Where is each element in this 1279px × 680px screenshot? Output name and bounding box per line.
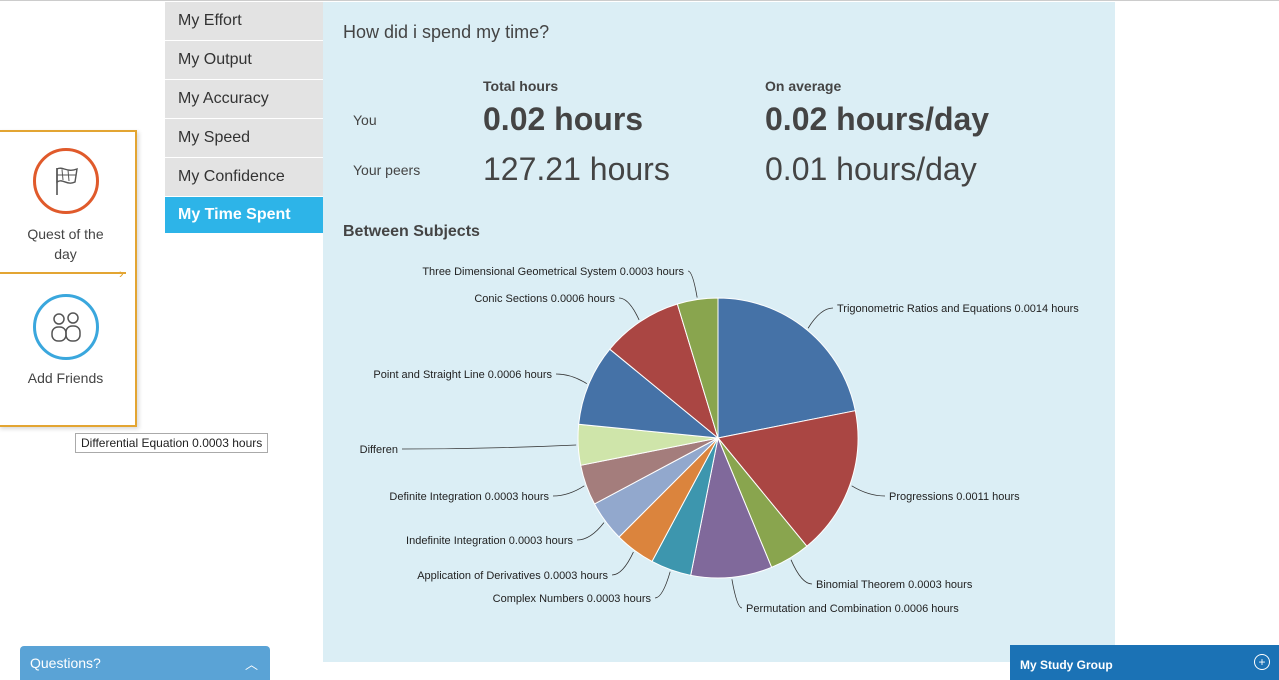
peers-label: Your peers bbox=[353, 162, 421, 178]
pie-connector bbox=[576, 522, 605, 541]
pie-connector bbox=[618, 297, 640, 321]
questions-label: Questions? bbox=[30, 655, 101, 671]
subjects-pie-chart: Trigonometric Ratios and Equations 0.001… bbox=[360, 266, 1080, 615]
chevron-up-icon[interactable]: ︿ bbox=[245, 654, 258, 673]
top-border bbox=[0, 0, 1279, 1]
menu-item-my-speed[interactable]: My Speed bbox=[165, 119, 323, 158]
pie-connector bbox=[790, 559, 813, 585]
menu-item-my-accuracy[interactable]: My Accuracy bbox=[165, 80, 323, 119]
pie-label: Trigonometric Ratios and Equations 0.001… bbox=[837, 303, 1079, 315]
pie-connector bbox=[851, 485, 886, 497]
on-average-header: On average bbox=[765, 78, 842, 94]
study-group-label: My Study Group bbox=[1020, 658, 1113, 672]
menu-item-my-effort[interactable]: My Effort bbox=[165, 2, 323, 41]
pie-connector bbox=[807, 307, 834, 329]
pie-connector bbox=[731, 579, 743, 609]
pie-label: Complex Numbers 0.0003 hours bbox=[493, 593, 652, 605]
peers-total-hours: 127.21 hours bbox=[483, 151, 670, 187]
peers-average-hours: 0.01 hours/day bbox=[765, 151, 977, 187]
questions-bar[interactable]: Questions? ︿ bbox=[20, 646, 270, 680]
chevron-right-icon[interactable]: › bbox=[119, 265, 124, 281]
study-group-bar[interactable]: My Study Group + bbox=[1010, 645, 1279, 680]
quest-divider bbox=[0, 272, 126, 274]
you-total-hours: 0.02 hours bbox=[483, 101, 644, 137]
you-label: You bbox=[353, 112, 377, 128]
menu-item-my-time-spent[interactable]: My Time Spent bbox=[165, 197, 323, 234]
pie-label: Permutation and Combination 0.0006 hours bbox=[746, 603, 959, 615]
pie-connector bbox=[654, 571, 671, 599]
plus-icon[interactable]: + bbox=[1254, 654, 1270, 670]
add-friends[interactable]: Add Friends bbox=[0, 294, 133, 386]
pie-connector bbox=[611, 551, 634, 576]
pie-label: Application of Derivatives 0.0003 hours bbox=[417, 570, 608, 582]
time-spent-panel: How did i spend my time? Total hours On … bbox=[323, 2, 1115, 662]
add-friends-label: Add Friends bbox=[27, 370, 104, 386]
pie-label: Binomial Theorem 0.0003 hours bbox=[816, 579, 973, 591]
quest-of-the-day[interactable]: Quest of the day bbox=[0, 148, 133, 264]
you-average-hours: 0.02 hours/day bbox=[765, 101, 990, 137]
stats-menu: My Effort My Output My Accuracy My Speed… bbox=[165, 2, 323, 234]
pie-connector bbox=[555, 373, 588, 384]
pie-label: Point and Straight Line 0.0006 hours bbox=[373, 369, 552, 381]
menu-item-my-confidence[interactable]: My Confidence bbox=[165, 158, 323, 197]
pie-label: Conic Sections 0.0006 hours bbox=[474, 293, 615, 305]
flag-icon bbox=[32, 148, 99, 214]
pie-label: Indefinite Integration 0.0003 hours bbox=[406, 535, 573, 547]
menu-item-my-output[interactable]: My Output bbox=[165, 41, 323, 80]
total-hours-header: Total hours bbox=[483, 78, 559, 94]
quest-card: Quest of the day › Add Friends bbox=[0, 130, 137, 427]
friends-icon bbox=[32, 294, 99, 360]
pie-label: Definite Integration 0.0003 hours bbox=[389, 491, 549, 503]
quest-label: Quest of the day bbox=[27, 226, 104, 262]
pie-label: Differen bbox=[360, 444, 398, 456]
pie-connector bbox=[401, 444, 577, 450]
pie-label: Progressions 0.0011 hours bbox=[889, 491, 1020, 503]
pie-label: Three Dimensional Geometrical System 0.0… bbox=[422, 266, 684, 278]
pie-connector bbox=[552, 485, 585, 497]
chart-tooltip: Differential Equation 0.0003 hours bbox=[75, 433, 269, 453]
panel-title: How did i spend my time? bbox=[343, 22, 550, 42]
pie-connector bbox=[687, 270, 698, 298]
section-title: Between Subjects bbox=[343, 223, 480, 240]
